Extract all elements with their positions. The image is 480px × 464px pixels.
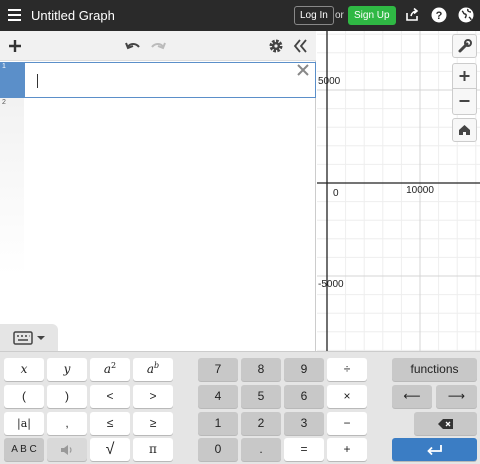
keyboard-toggle-tab[interactable] xyxy=(0,324,58,352)
key-a-power-b-exp: b xyxy=(154,361,160,370)
key-9[interactable]: 9 xyxy=(284,358,324,381)
expression-index-2[interactable]: 2 xyxy=(0,98,24,351)
key-cursor-left[interactable]: ⟵ xyxy=(392,385,432,408)
key-less-than[interactable]: < xyxy=(90,385,130,408)
key-a-power-b[interactable]: ab xyxy=(133,358,173,381)
expression-row-2: 2 xyxy=(0,98,316,351)
key-pi[interactable]: π xyxy=(133,438,173,461)
y-tick-label-5000: 5000 xyxy=(318,76,341,87)
x-tick-label-0: 0 xyxy=(333,188,339,199)
zoom-out-icon xyxy=(459,100,470,102)
home-icon xyxy=(459,125,470,135)
key-y[interactable]: y xyxy=(47,358,87,381)
zoom-in-button[interactable] xyxy=(452,63,477,89)
enter-return-icon xyxy=(426,444,442,455)
key-4[interactable]: 4 xyxy=(198,385,238,408)
login-button[interactable]: Log In xyxy=(294,6,334,25)
collapse-list-icon[interactable] xyxy=(291,37,309,55)
or-text: or xyxy=(335,10,344,21)
svg-text:?: ? xyxy=(436,10,443,22)
speaker-icon xyxy=(61,444,72,455)
key-left-paren[interactable]: ( xyxy=(4,385,44,408)
key-comma[interactable]: , xyxy=(47,412,87,435)
key-backspace[interactable] xyxy=(414,412,477,435)
top-bar: Untitled Graph Log In or Sign Up ? xyxy=(0,0,480,31)
share-icon[interactable] xyxy=(404,7,420,23)
graph-settings-button[interactable] xyxy=(452,34,477,58)
zoom-in-icon xyxy=(459,71,470,81)
hamburger-menu-icon[interactable] xyxy=(8,9,21,21)
key-greater-equal[interactable]: ≥ xyxy=(133,412,173,435)
default-viewport-button[interactable] xyxy=(452,118,477,142)
expression-input-1[interactable] xyxy=(24,62,316,98)
expression-number-1: 1 xyxy=(2,63,6,70)
expression-panel: 1 2 xyxy=(0,31,316,351)
functions-button[interactable]: functions xyxy=(392,358,477,381)
expression-input-2[interactable] xyxy=(24,98,316,134)
redo-icon[interactable] xyxy=(149,37,167,55)
x-tick-label-10000: 10000 xyxy=(406,185,434,196)
key-abc[interactable]: A B C xyxy=(4,438,44,461)
key-divide[interactable]: ÷ xyxy=(327,358,367,381)
key-multiply[interactable]: × xyxy=(327,385,367,408)
key-equals[interactable]: = xyxy=(284,438,324,461)
settings-gear-icon[interactable] xyxy=(267,37,285,55)
keyboard-icon xyxy=(13,331,45,345)
key-decimal[interactable]: . xyxy=(241,438,281,461)
key-2[interactable]: 2 xyxy=(241,412,281,435)
key-5[interactable]: 5 xyxy=(241,385,281,408)
globe-icon[interactable] xyxy=(458,7,474,23)
undo-icon[interactable] xyxy=(124,37,142,55)
key-a-squared-base: a xyxy=(103,362,112,376)
key-audio[interactable] xyxy=(47,438,87,461)
key-cursor-right[interactable]: ⟶ xyxy=(436,385,477,408)
key-greater-than[interactable]: > xyxy=(133,385,173,408)
text-caret xyxy=(37,74,38,88)
graph-title[interactable]: Untitled Graph xyxy=(31,8,115,23)
key-enter[interactable] xyxy=(392,438,477,461)
delete-expression-icon[interactable] xyxy=(296,63,310,77)
key-minus[interactable]: − xyxy=(327,412,367,435)
wrench-icon xyxy=(458,39,472,53)
key-plus[interactable]: + xyxy=(327,438,367,461)
key-absolute-value[interactable]: |a| xyxy=(4,412,44,435)
key-0[interactable]: 0 xyxy=(198,438,238,461)
key-a-squared[interactable]: a2 xyxy=(90,358,130,381)
add-item-icon[interactable] xyxy=(6,37,24,55)
key-less-equal[interactable]: ≤ xyxy=(90,412,130,435)
key-3[interactable]: 3 xyxy=(284,412,324,435)
key-sqrt[interactable]: √ xyxy=(90,438,130,461)
key-a-squared-exp: 2 xyxy=(111,361,117,370)
key-7[interactable]: 7 xyxy=(198,358,238,381)
key-6[interactable]: 6 xyxy=(284,385,324,408)
key-8[interactable]: 8 xyxy=(241,358,281,381)
key-right-paren[interactable]: ) xyxy=(47,385,87,408)
math-keypad: x y a2 ab ( ) < > |a| , ≤ ≥ A B C √ π 7 … xyxy=(0,351,480,464)
expression-row-1: 1 xyxy=(0,62,316,98)
backspace-icon xyxy=(437,418,453,429)
key-x[interactable]: x xyxy=(4,358,44,381)
expression-toolbar xyxy=(0,31,316,61)
zoom-out-button[interactable] xyxy=(452,89,477,115)
key-1[interactable]: 1 xyxy=(198,412,238,435)
help-icon[interactable]: ? xyxy=(431,7,447,23)
expression-index-1[interactable]: 1 xyxy=(0,62,24,98)
key-a-power-b-base: a xyxy=(146,362,155,376)
expression-number-2: 2 xyxy=(2,99,6,106)
y-tick-label-neg5000: -5000 xyxy=(318,279,344,290)
signup-button[interactable]: Sign Up xyxy=(348,6,396,25)
